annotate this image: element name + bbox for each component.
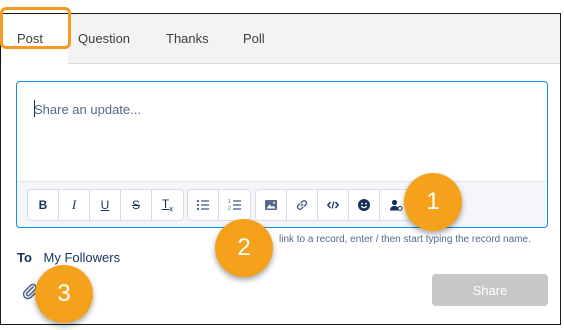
italic-button[interactable]: I <box>59 190 90 220</box>
publisher-tabs: Post Question Thanks Poll <box>1 14 560 64</box>
callout-badge-1: 1 <box>404 173 462 231</box>
bold-button[interactable]: B <box>28 190 59 220</box>
code-button[interactable] <box>318 190 349 220</box>
tab-poll[interactable]: Poll <box>243 31 265 46</box>
italic-icon: I <box>71 197 77 212</box>
strikethrough-icon: S <box>131 198 140 212</box>
emoji-button[interactable] <box>349 190 380 220</box>
code-icon <box>326 201 340 209</box>
post-composer[interactable]: Share an update... B I U S Tx 1 2 <box>16 81 548 228</box>
emoji-icon <box>358 199 370 211</box>
insert-button-group <box>255 189 412 221</box>
format-button-group: B I U S Tx <box>27 189 184 221</box>
svg-text:1: 1 <box>228 199 231 205</box>
tab-question[interactable]: Question <box>78 31 130 46</box>
callout-badge-2: 2 <box>215 219 273 277</box>
clear-formatting-icon: Tx <box>161 196 174 214</box>
tab-thanks[interactable]: Thanks <box>166 31 209 46</box>
bulleted-list-button[interactable] <box>188 190 219 220</box>
audience-label: To <box>17 250 32 265</box>
link-icon <box>296 200 308 210</box>
numbered-list-button[interactable]: 12 <box>219 190 250 220</box>
mention-hint-text: link to a record, enter / then start typ… <box>279 234 531 245</box>
bold-icon: B <box>38 198 48 212</box>
numbered-list-icon: 12 <box>228 199 241 212</box>
audience-row: To My Followers <box>17 250 120 265</box>
clear-formatting-button[interactable]: Tx <box>152 190 183 220</box>
tab-post-highlight <box>0 7 71 49</box>
strikethrough-button[interactable]: S <box>121 190 152 220</box>
share-button[interactable]: Share <box>432 274 548 306</box>
mention-icon <box>389 199 402 211</box>
composer-placeholder: Share an update... <box>34 102 141 117</box>
callout-badge-3: 3 <box>35 265 93 323</box>
rich-text-toolbar: B I U S Tx 12 <box>17 181 547 227</box>
bulleted-list-icon <box>196 199 209 211</box>
svg-text:2: 2 <box>228 206 231 212</box>
underline-button[interactable]: U <box>90 190 121 220</box>
underline-icon: U <box>100 198 110 212</box>
link-button[interactable] <box>287 190 318 220</box>
list-button-group: 12 <box>187 189 251 221</box>
image-button[interactable] <box>256 190 287 220</box>
audience-select[interactable]: My Followers <box>44 250 121 265</box>
image-icon <box>265 200 277 210</box>
